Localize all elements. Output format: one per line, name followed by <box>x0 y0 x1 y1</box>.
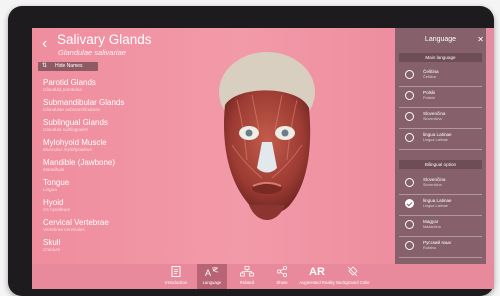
head-3d-model[interactable] <box>207 50 327 235</box>
page-subtitle: Glandulae salivariae <box>58 48 126 57</box>
language-native: Lingua Latinae <box>423 204 448 208</box>
toolbar-share[interactable]: Share <box>267 264 297 289</box>
bilingual-option[interactable]: lingua Latinae Lingua Latinae <box>399 195 482 216</box>
introduction-icon <box>161 266 191 278</box>
radio-icon <box>405 241 414 250</box>
language-native: Ruština <box>423 246 436 250</box>
toolbar-related[interactable]: Related <box>232 264 262 289</box>
structure-item[interactable]: Submandibular Glands Glandulae submandib… <box>43 98 163 118</box>
structure-name: Skull <box>43 238 61 247</box>
tablet-frame: ‹ Salivary Glands Glandulae salivariae ⇅… <box>8 6 494 296</box>
radio-icon <box>405 70 414 79</box>
structure-item[interactable]: Cervical Vertebrae Vertebrae cervicales <box>43 218 163 238</box>
structure-latin: Glandula parotidea <box>43 87 82 92</box>
structure-latin: Glandula sublinguales <box>43 127 89 132</box>
main-language-option[interactable]: lingua Latinae Lingua Latinae <box>399 129 482 150</box>
paint-bucket-icon <box>338 266 368 278</box>
toolbar-language[interactable]: A Language <box>197 264 227 289</box>
share-icon <box>267 266 297 278</box>
structure-latin: Cranium <box>43 247 61 252</box>
bilingual-option[interactable]: Magyar Madarčina <box>399 216 482 237</box>
language-name: lingua Latinae <box>423 198 452 203</box>
language-panel-title: Language <box>424 36 457 43</box>
sort-icon: ⇅ <box>42 63 48 69</box>
radio-checked-icon <box>405 199 414 208</box>
radio-icon <box>405 112 414 121</box>
language-name: Slovenčina <box>423 177 446 182</box>
structure-name: Tongue <box>43 178 70 187</box>
language-native: Madarčina <box>423 225 441 229</box>
close-icon[interactable]: ✕ <box>477 35 484 44</box>
language-icon: A <box>197 266 227 278</box>
structure-name: Mandible (Jawbone) <box>43 158 116 167</box>
structure-latin: Musculus mylohyoideus <box>43 147 92 152</box>
svg-text:A: A <box>205 268 211 277</box>
structure-latin: Glandulae submandibulares <box>43 107 101 112</box>
language-native: Čeština <box>423 75 436 79</box>
structure-name: Parotid Glands <box>43 78 96 87</box>
main-language-header: Main language <box>399 53 482 62</box>
page-title: Salivary Glands <box>57 32 152 47</box>
toolbar-background-color[interactable]: Background Color <box>336 264 370 289</box>
radio-icon <box>405 220 414 229</box>
structure-name: Sublingual Glands <box>43 118 108 127</box>
structure-item[interactable]: Sublingual Glands Glandula sublinguales <box>43 118 163 138</box>
structure-name: Mylohyoid Muscle <box>43 138 107 147</box>
language-native: Lingua Latinae <box>423 138 448 142</box>
radio-icon <box>405 133 414 142</box>
main-language-option[interactable]: Čeština Čeština <box>399 66 482 87</box>
related-icon <box>232 266 262 278</box>
main-language-option[interactable]: Slovenčina Slovenčina <box>399 108 482 129</box>
bilingual-option[interactable]: Русский язык Ruština <box>399 237 482 258</box>
structure-item[interactable]: Skull Cranium <box>43 238 163 258</box>
bilingual-header: Bilingual option <box>399 160 482 169</box>
structure-name: Hyoid <box>43 198 64 207</box>
app-screen: ‹ Salivary Glands Glandulae salivariae ⇅… <box>32 28 494 289</box>
bilingual-option[interactable]: Slovenčina Slovenčina <box>399 174 482 195</box>
language-name: Polski <box>423 90 436 95</box>
structure-latin: Lingua <box>43 187 57 192</box>
language-name: Slovenčina <box>423 111 446 116</box>
structure-latin: Vertebrae cervicales <box>43 227 85 232</box>
language-native: Slovenčina <box>423 183 442 187</box>
language-native: Polskie <box>423 96 436 100</box>
language-name: Čeština <box>423 69 439 74</box>
structure-item[interactable]: Mandible (Jawbone) Mandibula <box>43 158 163 178</box>
language-name: lingua Latinae <box>423 132 452 137</box>
toolbar-ar[interactable]: AR Augmented Reality <box>299 264 334 289</box>
radio-icon <box>405 178 414 187</box>
toolbar-introduction[interactable]: Introduction <box>161 264 191 289</box>
hide-names-button[interactable]: ⇅ Hide Names <box>38 62 98 71</box>
structure-latin: Os hyoideum <box>43 207 71 212</box>
language-name: Русский язык <box>423 240 452 245</box>
language-panel: Language ✕ Main language Čeština Čeština… <box>395 28 486 264</box>
structure-item[interactable]: Tongue Lingua <box>43 178 163 198</box>
language-name: Magyar <box>423 219 439 224</box>
chevron-left-icon[interactable]: ‹ <box>42 36 47 52</box>
structure-item[interactable]: Hyoid Os hyoideum <box>43 198 163 218</box>
structure-name: Submandibular Glands <box>43 98 125 107</box>
language-native: Slovenčina <box>423 117 442 121</box>
toolbar-label: Background Color <box>336 280 370 285</box>
ar-icon: AR <box>309 266 325 278</box>
structure-item[interactable]: Mylohyoid Muscle Musculus mylohyoideus <box>43 138 163 158</box>
hide-names-label: Hide Names <box>55 63 83 69</box>
structure-list: Parotid Glands Glandula parotidea Subman… <box>43 78 163 258</box>
radio-icon <box>405 91 414 100</box>
structure-name: Cervical Vertebrae <box>43 218 109 227</box>
structure-latin: Mandibula <box>43 167 65 172</box>
bottom-toolbar: Introduction A Language Related Share AR… <box>32 264 494 289</box>
structure-item[interactable]: Parotid Glands Glandula parotidea <box>43 78 163 98</box>
main-language-option[interactable]: Polski Polskie <box>399 87 482 108</box>
